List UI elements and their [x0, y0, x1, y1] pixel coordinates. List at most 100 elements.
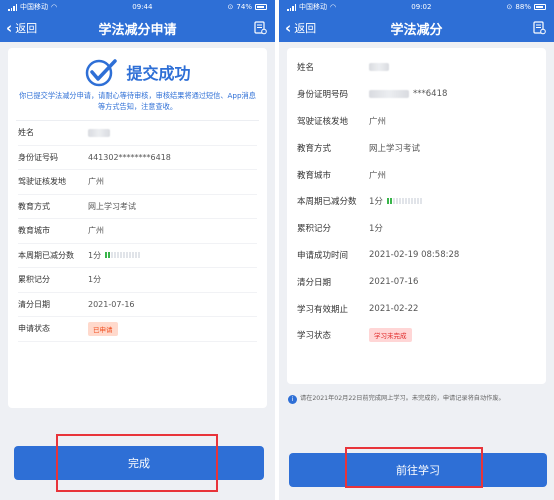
- back-button[interactable]: ‹ 返回: [6, 14, 37, 42]
- review-notice: 你已提交学法减分申请，请耐心等待审核，审核结果将通过短信、App消息等方式告知，…: [19, 91, 256, 111]
- clock: 09:02: [411, 3, 432, 11]
- row-value: 1分: [369, 224, 383, 235]
- row-label: 教育方式: [297, 143, 332, 154]
- status-bar: 中国移动 ◠ 09:44 ⊙ 74%: [0, 0, 275, 14]
- info-row-name: 姓名: [297, 54, 536, 81]
- info-row-education-city: 教育城市 广州: [297, 161, 536, 188]
- signal-icon: [8, 3, 17, 11]
- clock: 09:44: [132, 3, 153, 11]
- info-row-education-city: 教育城市 广州: [18, 219, 257, 244]
- highlight-box: [56, 434, 218, 492]
- row-value: 广州: [88, 226, 104, 236]
- row-value: 广州: [369, 116, 387, 127]
- document-menu-icon[interactable]: [254, 21, 267, 35]
- status-bar: 中国移动 ◠ 09:02 ⊙ 88%: [279, 0, 554, 14]
- page-title: 学法减分申请: [98, 22, 177, 38]
- info-row-success-time: 申请成功时间 2021-02-19 08:58:28: [297, 242, 536, 269]
- wifi-icon: ◠: [51, 3, 58, 11]
- info-list: 姓名 身份证号码 441302********6418 驾驶证核发地 广州 教育…: [8, 121, 267, 342]
- chevron-left-icon: ‹: [6, 18, 13, 37]
- row-value: 广州: [88, 177, 104, 187]
- blurred-id-prefix: [369, 90, 409, 99]
- points-progress-bar: [105, 252, 141, 259]
- battery-icon: [533, 4, 546, 10]
- chevron-left-icon: ‹: [285, 18, 292, 37]
- row-value: 441302********6418: [88, 152, 171, 162]
- row-label: 身份证号码: [18, 152, 58, 162]
- info-row-license-origin: 驾驶证核发地 广州: [297, 108, 536, 135]
- info-row-study-deadline: 学习有效期止 2021-02-22: [297, 295, 536, 322]
- battery-icon: [254, 4, 267, 10]
- nav-bar: ‹ 返回 学法减分申请: [0, 14, 275, 42]
- info-row-clear-date: 清分日期 2021-07-16: [18, 293, 257, 317]
- nav-bar: ‹ 返回 学法减分: [279, 14, 554, 42]
- row-label: 学习有效期止: [297, 304, 349, 315]
- info-row-education-method: 教育方式 网上学习考试: [18, 195, 257, 219]
- row-label: 申请状态: [18, 324, 50, 334]
- row-label: 累积记分: [18, 275, 50, 285]
- row-value: ***6418: [413, 89, 448, 100]
- success-banner: 提交成功: [8, 56, 267, 88]
- info-row-accumulated-points: 累积记分 1分: [18, 268, 257, 293]
- info-row-study-status: 学习状态 学习未完成: [297, 322, 536, 349]
- row-label: 本周期已减分数: [18, 250, 74, 260]
- back-button[interactable]: ‹ 返回: [285, 14, 316, 42]
- row-label: 清分日期: [297, 277, 332, 288]
- row-label: 驾驶证核发地: [18, 177, 66, 187]
- right-phone-screen: 中国移动 ◠ 09:02 ⊙ 88% ‹ 返回 学法减分 姓名 身份证明号码 *…: [279, 0, 554, 500]
- page-title: 学法减分: [390, 22, 443, 38]
- application-result-card: 提交成功 你已提交学法减分申请，请耐心等待审核，审核结果将通过短信、App消息等…: [8, 48, 267, 408]
- back-label: 返回: [15, 22, 38, 35]
- study-deadline-hint: i 请在2021年02月22日前完成网上学习。未完成的，申请记录将自动作废。: [288, 394, 546, 404]
- blurred-name: [369, 63, 389, 72]
- row-label: 教育城市: [297, 170, 332, 181]
- info-row-application-status: 申请状态 已申请: [18, 317, 257, 342]
- row-label: 累积记分: [297, 224, 332, 235]
- info-row-license-origin: 驾驶证核发地 广州: [18, 170, 257, 195]
- signal-icon: [287, 3, 296, 11]
- info-row-points-reduced: 本周期已减分数 1分: [18, 244, 257, 268]
- row-value: 1分: [88, 275, 102, 285]
- battery-percent: 74%: [236, 3, 252, 11]
- info-row-name: 姓名: [18, 121, 257, 146]
- row-label: 教育方式: [18, 201, 50, 211]
- row-label: 姓名: [297, 63, 315, 74]
- row-value: 2021-07-16: [88, 299, 135, 309]
- info-row-clear-date: 清分日期 2021-07-16: [297, 268, 536, 295]
- status-badge: 学习未完成: [369, 328, 412, 343]
- hint-text: 请在2021年02月22日前完成网上学习。未完成的，申请记录将自动作废。: [300, 395, 505, 402]
- row-value: 网上学习考试: [369, 143, 421, 154]
- carrier-label: 中国移动: [20, 3, 48, 11]
- points-progress-bar: [386, 198, 422, 205]
- info-list: 姓名 身份证明号码 ***6418 驾驶证核发地 广州 教育方式 网上学习考试 …: [287, 48, 546, 349]
- row-label: 申请成功时间: [297, 250, 349, 261]
- row-label: 身份证明号码: [297, 90, 349, 101]
- left-phone-screen: 中国移动 ◠ 09:44 ⊙ 74% ‹ 返回 学法减分申请 提交成功 你已提交…: [0, 0, 275, 500]
- battery-percent: 88%: [515, 3, 531, 11]
- info-icon: i: [288, 395, 297, 404]
- reduction-detail-card: 姓名 身份证明号码 ***6418 驾驶证核发地 广州 教育方式 网上学习考试 …: [287, 48, 546, 384]
- row-value: 广州: [369, 170, 387, 181]
- carrier-label: 中国移动: [299, 3, 327, 11]
- document-menu-icon[interactable]: [533, 21, 546, 35]
- info-row-points-reduced: 本周期已减分数 1分: [297, 188, 536, 215]
- info-row-education-method: 教育方式 网上学习考试: [297, 134, 536, 161]
- row-label: 本周期已减分数: [297, 197, 357, 208]
- check-circle-icon: [86, 59, 118, 87]
- row-value: 网上学习考试: [88, 201, 136, 211]
- blurred-name: [88, 128, 110, 137]
- info-row-id-number: 身份证号码 441302********6418: [18, 146, 257, 170]
- row-value: 1分: [369, 197, 383, 208]
- success-title: 提交成功: [126, 64, 191, 83]
- row-label: 教育城市: [18, 226, 50, 236]
- screenshot-composite: 中国移动 ◠ 09:44 ⊙ 74% ‹ 返回 学法减分申请 提交成功 你已提交…: [0, 0, 554, 500]
- alarm-icon: ⊙: [227, 3, 234, 11]
- back-label: 返回: [294, 22, 317, 35]
- highlight-box: [345, 447, 483, 488]
- row-label: 学习状态: [297, 331, 332, 342]
- info-row-accumulated-points: 累积记分 1分: [297, 215, 536, 242]
- row-value: 2021-07-16: [369, 276, 419, 287]
- row-value: 2021-02-19 08:58:28: [369, 249, 460, 260]
- wifi-icon: ◠: [330, 3, 337, 11]
- row-value: 1分: [88, 250, 102, 260]
